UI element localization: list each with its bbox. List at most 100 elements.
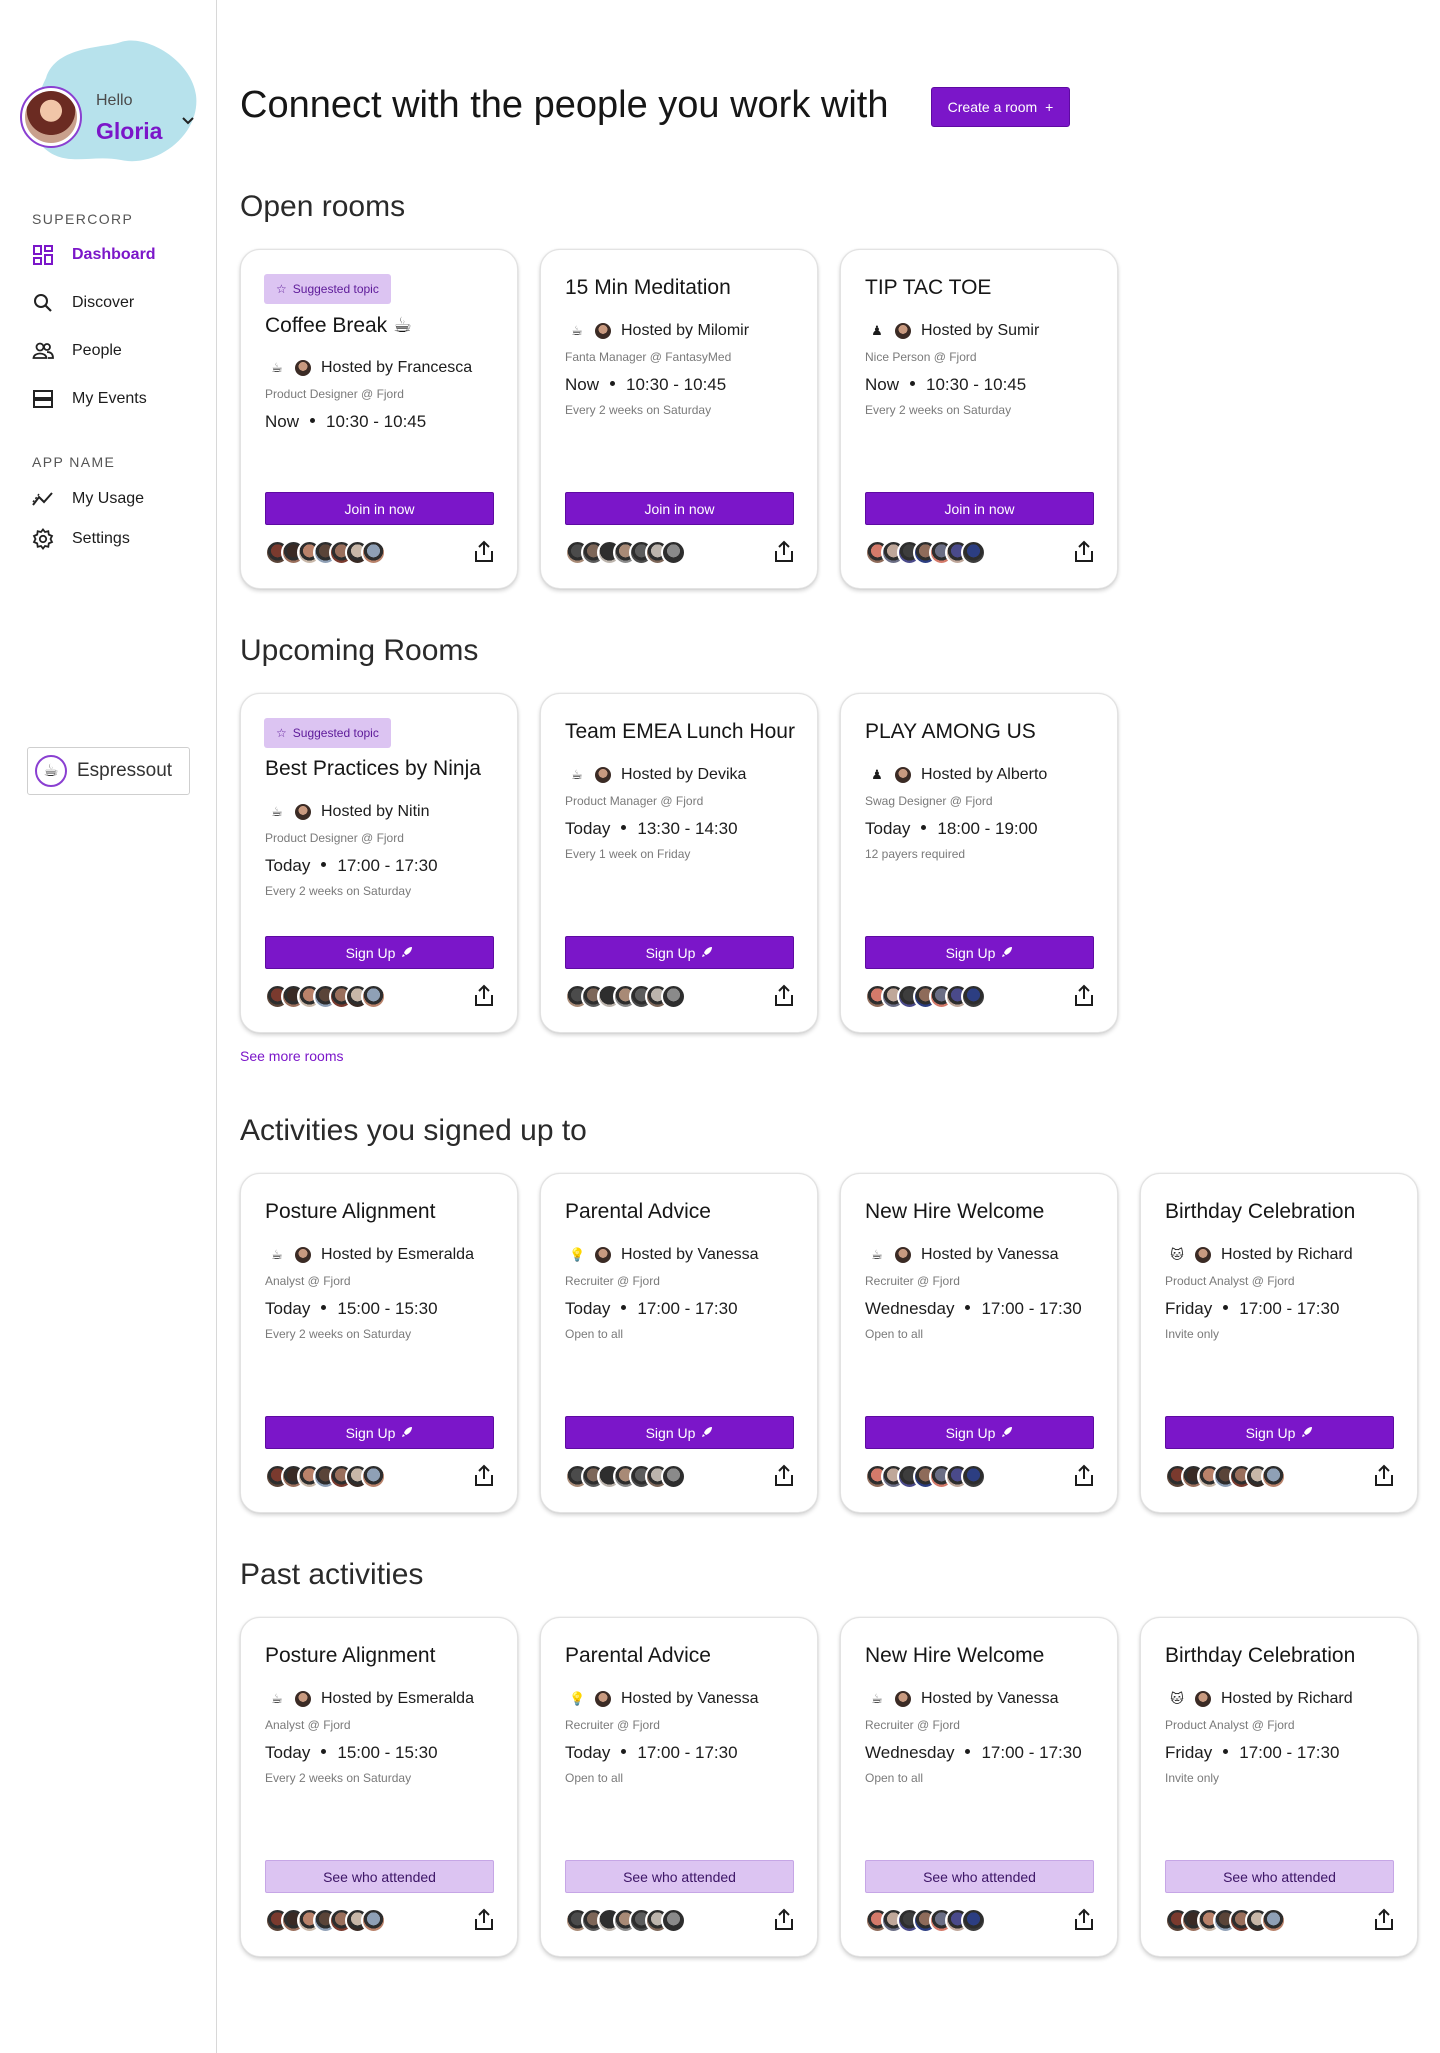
separator-dot	[321, 1305, 327, 1310]
topic-emoji-icon: ☕	[271, 360, 283, 375]
room-card[interactable]: New Hire Welcome ☕ Hosted by Vanessa Recrui…	[840, 1617, 1118, 1957]
create-room-button[interactable]: Create a room +	[931, 87, 1070, 127]
sidebar-item-my-usage[interactable]: My Usage	[32, 488, 144, 510]
host-name: Hosted by Vanessa	[921, 1246, 1059, 1263]
host-row: ♟ Hosted by Alberto	[869, 766, 1047, 784]
sign-up-button[interactable]: Sign Up	[265, 936, 494, 969]
share-icon[interactable]	[471, 539, 497, 565]
room-card[interactable]: Posture Alignment ☕ Hosted by Esmeralda Ana…	[240, 1173, 518, 1513]
separator-dot	[621, 1749, 627, 1754]
sidebar-item-label: My Events	[72, 390, 147, 407]
attendee-avatars[interactable]	[565, 1464, 686, 1489]
sidebar-item-people[interactable]: People	[32, 340, 122, 362]
star-icon: ☆	[276, 726, 287, 740]
attendee-avatars[interactable]	[265, 1908, 386, 1933]
room-card[interactable]: ☆ Suggested topic Coffee Break ☕ ☕ Hosted by…	[240, 249, 518, 589]
separator-dot	[921, 825, 927, 830]
room-card[interactable]: Birthday Celebration 🐱 Hosted by Richard Pr…	[1140, 1617, 1418, 1957]
attendee-avatars[interactable]	[265, 1464, 386, 1489]
join-in-now-button[interactable]: Join in now	[265, 492, 494, 525]
attendee-avatars[interactable]	[865, 984, 986, 1009]
share-icon[interactable]	[771, 1907, 797, 1933]
see-who-attended-button[interactable]: See who attended	[265, 1860, 494, 1893]
attendee-avatars[interactable]	[865, 1908, 986, 1933]
rocket-icon	[1001, 1425, 1013, 1441]
share-icon[interactable]	[1071, 983, 1097, 1009]
room-card[interactable]: PLAY AMONG US ♟ Hosted by Alberto Swag Desi…	[840, 693, 1118, 1033]
room-card[interactable]: New Hire Welcome ☕ Hosted by Vanessa Recrui…	[840, 1173, 1118, 1513]
attendee-avatars[interactable]	[565, 540, 686, 565]
room-time: 17:00 - 17:30	[981, 1299, 1082, 1318]
share-icon[interactable]	[771, 983, 797, 1009]
room-time: 15:00 - 15:30	[337, 1743, 438, 1762]
room-recurrence: Open to all	[565, 1771, 624, 1785]
badge-label: Suggested topic	[292, 726, 379, 740]
join-in-now-button[interactable]: Join in now	[865, 492, 1094, 525]
action-label: Sign Up	[1245, 1424, 1296, 1441]
room-day: Wednesday	[865, 1299, 955, 1318]
sign-up-button[interactable]: Sign Up	[265, 1416, 494, 1449]
room-card[interactable]: TIP TAC TOE ♟ Hosted by Sumir Nice Person @…	[840, 249, 1118, 589]
room-schedule: Today 18:00 - 19:00	[865, 819, 1038, 839]
share-icon[interactable]	[471, 983, 497, 1009]
attendee-avatars[interactable]	[565, 984, 686, 1009]
usage-icon	[32, 492, 53, 506]
see-who-attended-button[interactable]: See who attended	[1165, 1860, 1394, 1893]
share-icon[interactable]	[1371, 1907, 1397, 1933]
host-row: ☕ Hosted by Nitin	[269, 803, 430, 821]
attendee-avatars[interactable]	[865, 1464, 986, 1489]
see-who-attended-button[interactable]: See who attended	[565, 1860, 794, 1893]
attendee-avatars[interactable]	[1165, 1464, 1286, 1489]
separator-dot	[621, 825, 627, 830]
attendee-avatars[interactable]	[865, 540, 986, 565]
separator-dot	[321, 862, 327, 867]
share-icon[interactable]	[771, 539, 797, 565]
user-avatar[interactable]	[20, 86, 82, 148]
sidebar-item-discover[interactable]: Discover	[32, 292, 134, 314]
share-icon[interactable]	[771, 1463, 797, 1489]
host-role: Product Designer @ Fjord	[265, 387, 404, 401]
brand-name: Espressout	[77, 760, 173, 781]
attendee-avatar	[361, 984, 386, 1009]
see-more-rooms-link[interactable]: See more rooms	[240, 1048, 343, 1064]
room-card[interactable]: Posture Alignment ☕ Hosted by Esmeralda Ana…	[240, 1617, 518, 1957]
share-icon[interactable]	[1071, 1463, 1097, 1489]
room-day: Today	[265, 1299, 311, 1318]
attendee-avatars[interactable]	[265, 540, 386, 565]
room-card[interactable]: Parental Advice 💡 Hosted by Vanessa Recruit…	[540, 1173, 818, 1513]
action-label: Sign Up	[345, 1424, 396, 1441]
share-icon[interactable]	[471, 1463, 497, 1489]
room-card[interactable]: Team EMEA Lunch Hour ☕ Hosted by Devika Pro…	[540, 693, 818, 1033]
rocket-icon	[701, 1425, 713, 1441]
attendee-avatars[interactable]	[265, 984, 386, 1009]
room-card[interactable]: ☆ Suggested topic Best Practices by Ninja ☕…	[240, 693, 518, 1033]
topic-emoji-icon: ☕	[271, 804, 283, 819]
room-card[interactable]: Birthday Celebration 🐱 Hosted by Richard Pr…	[1140, 1173, 1418, 1513]
sign-up-button[interactable]: Sign Up	[565, 936, 794, 969]
sign-up-button[interactable]: Sign Up	[865, 936, 1094, 969]
user-name[interactable]: Gloria	[96, 118, 162, 145]
room-card[interactable]: 15 Min Meditation ☕ Hosted by Milomir Fanta…	[540, 249, 818, 589]
room-schedule: Today 17:00 - 17:30	[565, 1299, 738, 1319]
room-card[interactable]: Parental Advice 💡 Hosted by Vanessa Recruit…	[540, 1617, 818, 1957]
sidebar-item-dashboard[interactable]: Dashboard	[32, 244, 156, 266]
attendee-avatars[interactable]	[565, 1908, 686, 1933]
share-icon[interactable]	[1071, 1907, 1097, 1933]
brand-logo[interactable]: ☕ Espressout	[27, 747, 190, 795]
sign-up-button[interactable]: Sign Up	[1165, 1416, 1394, 1449]
join-in-now-button[interactable]: Join in now	[565, 492, 794, 525]
sidebar-item-settings[interactable]: Settings	[32, 528, 130, 550]
share-icon[interactable]	[1371, 1463, 1397, 1489]
host-role: Fanta Manager @ FantasyMed	[565, 350, 732, 364]
host-row: 💡 Hosted by Vanessa	[569, 1246, 759, 1264]
sidebar-item-my-events[interactable]: My Events	[32, 388, 147, 410]
attendee-avatars[interactable]	[1165, 1908, 1286, 1933]
sign-up-button[interactable]: Sign Up	[565, 1416, 794, 1449]
room-time: 17:00 - 17:30	[1239, 1743, 1340, 1762]
see-who-attended-button[interactable]: See who attended	[865, 1860, 1094, 1893]
share-icon[interactable]	[1071, 539, 1097, 565]
room-schedule: Today 17:00 - 17:30	[265, 856, 438, 876]
sign-up-button[interactable]: Sign Up	[865, 1416, 1094, 1449]
share-icon[interactable]	[471, 1907, 497, 1933]
chevron-down-icon[interactable]	[178, 110, 198, 130]
